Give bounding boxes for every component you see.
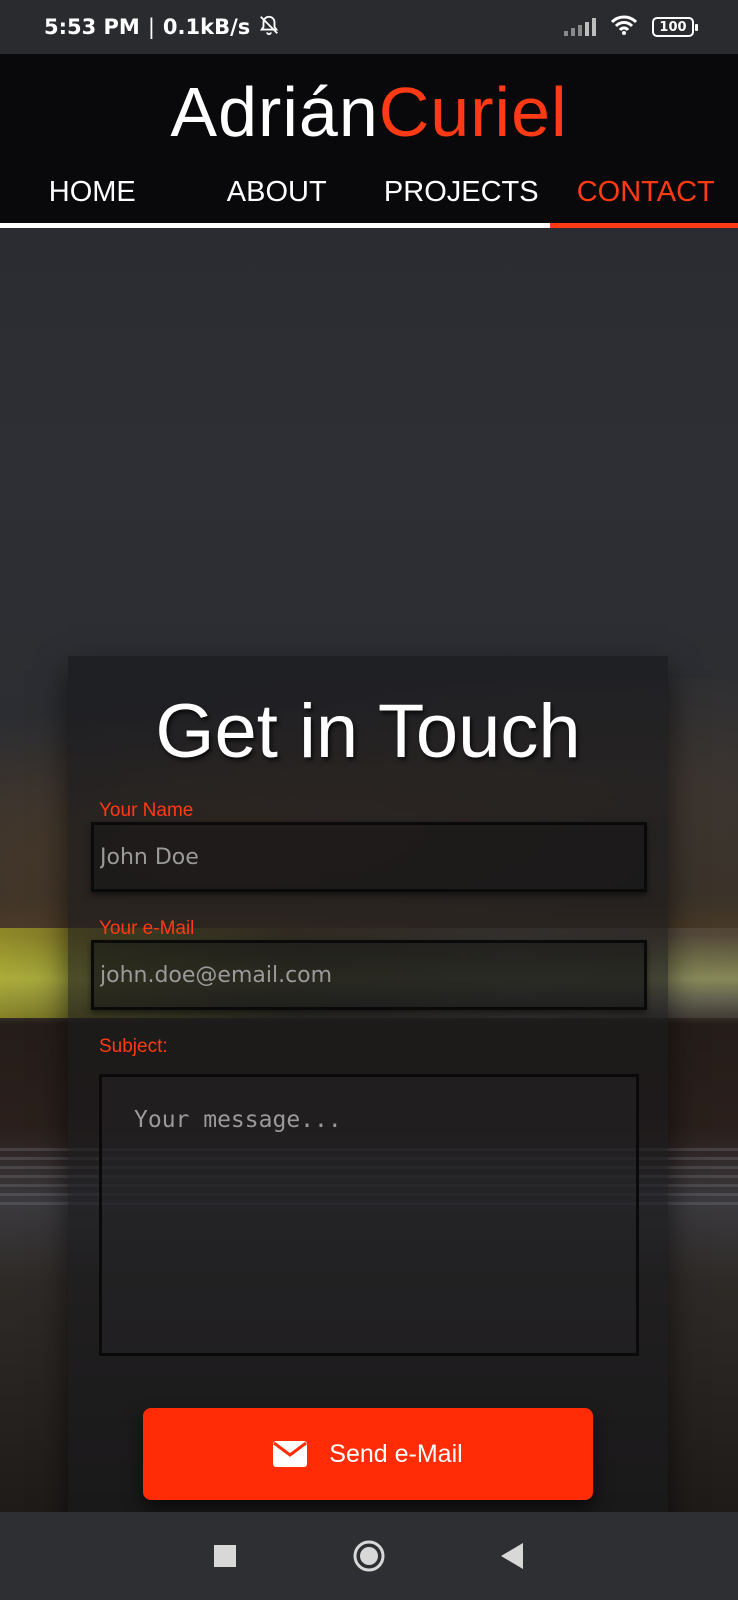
nav-about[interactable]: ABOUT [185,170,370,224]
background-sunset-image: Get in Touch Your Name Your e-Mail Subje… [0,228,738,1512]
home-circle-icon[interactable] [352,1539,386,1573]
logo-first-name: Adrián [170,73,379,151]
back-triangle-icon[interactable] [496,1539,530,1573]
email-input[interactable] [91,940,647,1010]
send-email-label: Send e-Mail [329,1439,463,1468]
contact-card: Get in Touch Your Name Your e-Mail Subje… [68,656,668,1512]
status-right: 100 [564,14,698,40]
envelope-icon [273,1441,308,1467]
status-separator: | [147,15,155,39]
logo-last-name: Curiel [378,73,568,151]
subject-label: Subject: [99,1036,168,1057]
nav-contact[interactable]: CONTACT [554,170,738,224]
recents-square-icon[interactable] [208,1539,242,1573]
send-email-button[interactable]: Send e-Mail [143,1408,593,1500]
nav-projects[interactable]: PROJECTS [369,170,554,224]
nav-home[interactable]: HOME [0,170,185,224]
site-header: AdriánCuriel HOME ABOUT PROJECTS CONTACT [0,54,738,228]
signal-icon [564,18,596,36]
battery-level: 100 [659,19,687,35]
main-nav: HOME ABOUT PROJECTS CONTACT [0,170,738,224]
wifi-icon [610,14,638,40]
site-logo[interactable]: AdriánCuriel [0,72,738,152]
status-network-speed: 0.1kB/s [162,15,251,39]
message-textarea[interactable] [99,1074,639,1356]
contact-title: Get in Touch [155,689,581,774]
bell-off-icon [258,14,280,41]
battery-icon: 100 [652,17,698,37]
status-bar: 5:53 PM | 0.1kB/s 100 [0,0,738,54]
status-left: 5:53 PM | 0.1kB/s [44,14,280,41]
email-label: Your e-Mail [99,918,195,939]
status-time: 5:53 PM [44,15,140,39]
system-nav-bar [0,1512,738,1600]
name-label: Your Name [99,800,194,821]
name-input[interactable] [91,822,647,892]
